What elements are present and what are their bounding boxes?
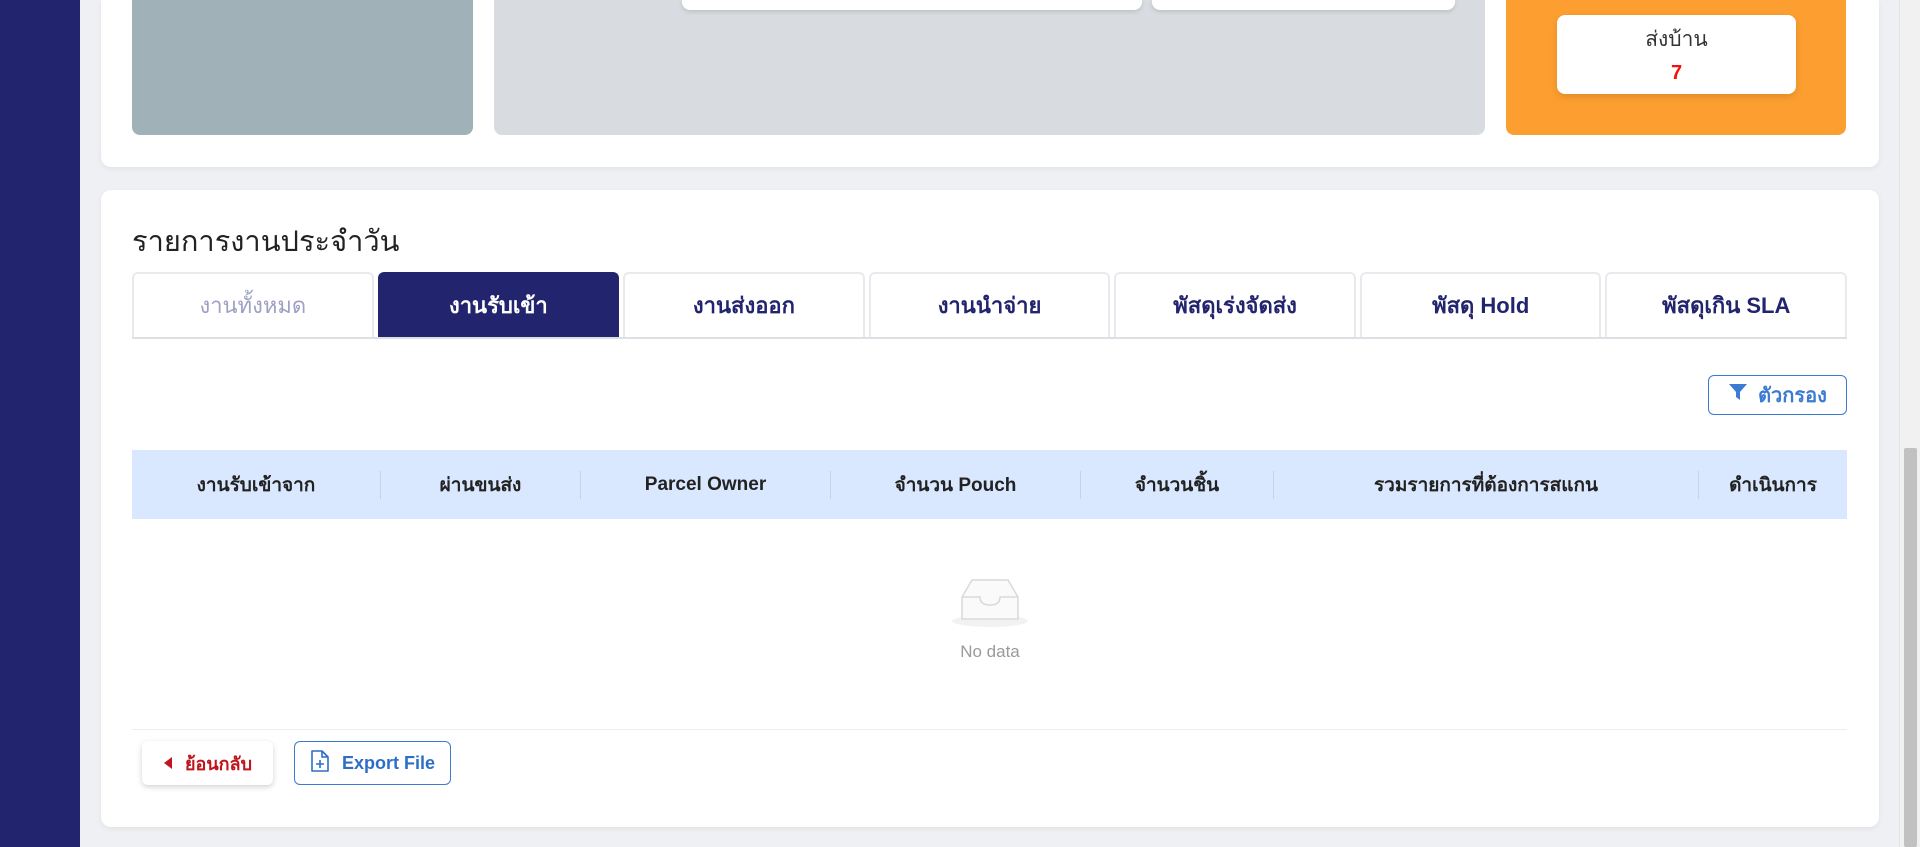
column-header[interactable]: จำนวนชิ้น xyxy=(1081,470,1274,499)
summary-inner-box xyxy=(1152,0,1455,10)
tab-inbound[interactable]: งานรับเข้า xyxy=(377,272,620,337)
page-scrollbar[interactable] xyxy=(1899,0,1920,847)
stat-label: ส่งบ้าน xyxy=(1645,28,1708,51)
stat-card-home-delivery[interactable]: ส่งบ้าน 7 xyxy=(1557,15,1796,94)
empty-inbox-icon xyxy=(948,579,1032,633)
tab-hold-parcels[interactable]: พัสดุ Hold xyxy=(1359,272,1602,337)
export-label: Export File xyxy=(341,752,435,773)
filter-button[interactable]: ตัวกรอง xyxy=(1708,375,1847,415)
tab-over-sla-parcels[interactable]: พัสดุเกิน SLA xyxy=(1605,272,1848,337)
section-title: รายการงานประจำวัน xyxy=(132,226,400,258)
column-header[interactable]: จำนวน Pouch xyxy=(831,470,1081,499)
back-label: ย้อนกลับ xyxy=(184,753,253,774)
empty-state: No data xyxy=(940,575,1040,662)
filter-label: ตัวกรอง xyxy=(1758,385,1827,407)
column-header[interactable]: รวมรายการที่ต้องการสแกน xyxy=(1274,470,1699,499)
column-header[interactable]: Parcel Owner xyxy=(581,470,831,499)
summary-panel-light xyxy=(494,0,1485,135)
tab-outbound[interactable]: งานส่งออก xyxy=(623,272,865,337)
divider xyxy=(132,729,1847,730)
column-header[interactable]: ดำเนินการ xyxy=(1699,471,1847,499)
task-tabs: งานทั้งหมด งานรับเข้า งานส่งออก งานนำจ่า… xyxy=(132,272,1848,339)
scrollbar-thumb[interactable] xyxy=(1904,448,1917,847)
file-add-icon xyxy=(310,749,330,777)
export-file-button[interactable]: Export File xyxy=(294,741,451,785)
back-button[interactable]: ย้อนกลับ xyxy=(142,741,273,785)
filter-icon xyxy=(1728,382,1748,408)
column-header[interactable]: ผ่านขนส่ง xyxy=(381,470,581,499)
summary-inner-box xyxy=(682,0,1142,10)
empty-text: No data xyxy=(960,642,1020,661)
stat-value: 7 xyxy=(1670,62,1683,84)
sidebar xyxy=(0,0,80,847)
tab-urgent-parcels[interactable]: พัสดุเร่งจัดส่ง xyxy=(1114,272,1356,337)
column-header[interactable]: งานรับเข้าจาก xyxy=(132,470,381,499)
summary-panel-gray xyxy=(132,0,473,135)
table-header: งานรับเข้าจาก ผ่านขนส่ง Parcel Owner จำน… xyxy=(132,450,1847,519)
caret-left-icon xyxy=(163,753,173,774)
tab-all-tasks[interactable]: งานทั้งหมด xyxy=(132,272,374,337)
tab-delivery[interactable]: งานนำจ่าย xyxy=(868,272,1111,337)
